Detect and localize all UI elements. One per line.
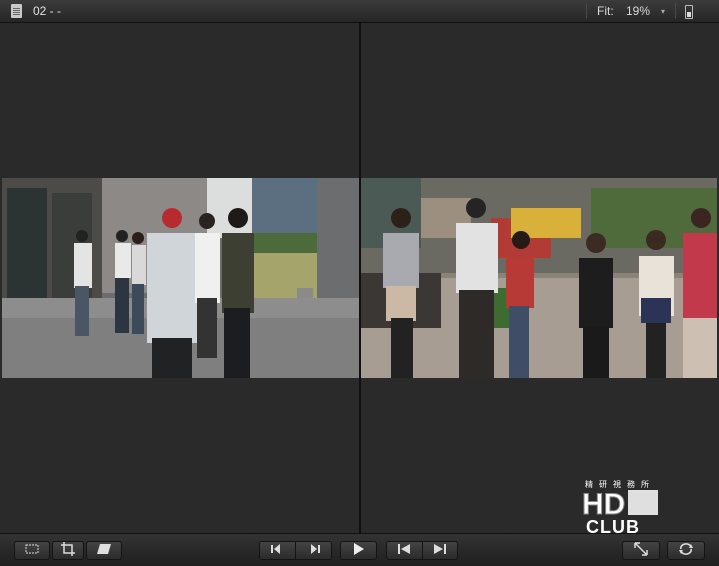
play-button[interactable] [340,541,377,560]
left-viewer[interactable] [2,23,359,533]
viewer-header: 02 - - Fit: 19% ▾ [0,0,719,23]
distort-icon [96,543,112,558]
next-edit-icon[interactable] [296,544,331,557]
fullscreen-icon [634,542,648,559]
fullscreen-button[interactable] [622,541,660,560]
loop-button[interactable] [667,541,705,560]
fit-label: Fit: [597,4,614,18]
edit-navigation-group [259,541,332,560]
video-frame-left [2,178,359,378]
transform-icon [24,543,40,558]
video-frame-right [361,178,717,378]
header-divider [586,3,587,19]
crop-button[interactable] [52,541,84,560]
right-viewer[interactable] [361,23,718,533]
previous-edit-icon[interactable] [260,544,295,557]
go-to-start-icon[interactable] [387,544,422,557]
goto-group [386,541,458,560]
play-icon [353,543,365,558]
transform-button[interactable] [14,541,50,560]
chevron-down-icon[interactable]: ▾ [661,7,665,16]
header-divider [675,3,676,19]
distort-button[interactable] [86,541,122,560]
viewer-toolbar [0,533,719,566]
go-to-end-icon[interactable] [422,544,457,557]
battery-icon [685,5,693,19]
crop-icon [61,542,75,559]
loop-icon [678,543,694,558]
zoom-fit-dropdown[interactable]: 19% [626,4,650,18]
document-icon [11,4,22,18]
clip-title: 02 - - [33,4,62,18]
